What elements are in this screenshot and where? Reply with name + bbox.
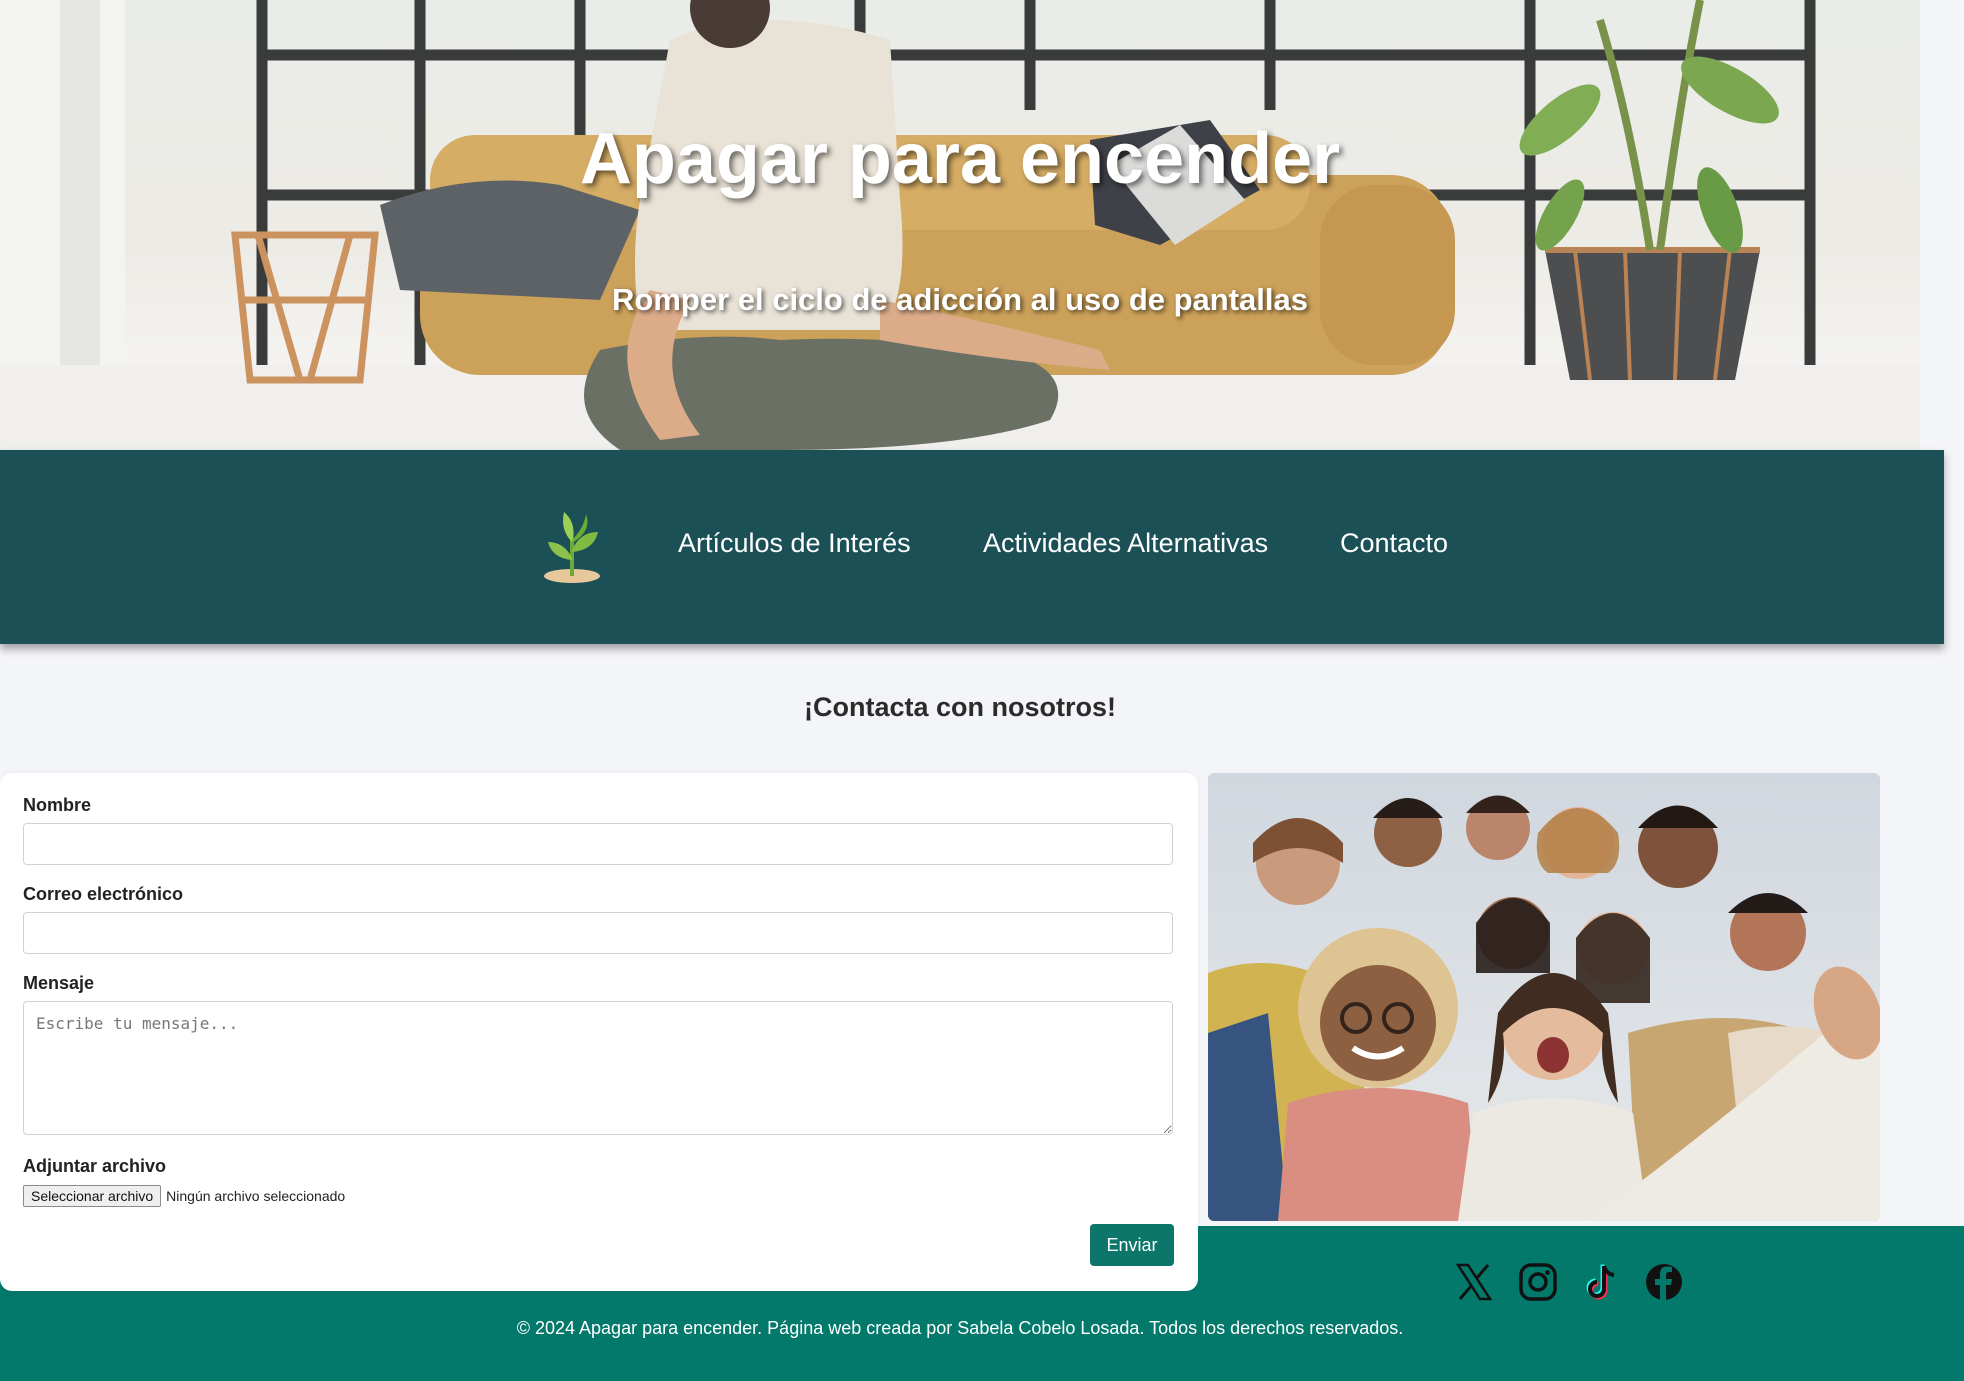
sprout-icon[interactable] [542, 508, 602, 584]
email-input[interactable] [23, 912, 1173, 954]
site-subtitle: Romper el ciclo de adicción al uso de pa… [612, 282, 1308, 317]
select-file-button[interactable]: Seleccionar archivo [23, 1185, 162, 1207]
copyright-text: © 2024 Apagar para encender. Página web … [516, 1318, 1404, 1338]
facebook-icon[interactable] [1644, 1262, 1684, 1302]
site-title: Apagar para encender [579, 119, 1341, 199]
contact-form: Nombre Correo electrónico Mensaje Adjunt… [0, 773, 1198, 1291]
name-input[interactable] [23, 823, 1173, 865]
nav-link-articulos[interactable]: Artículos de Interés [678, 528, 911, 559]
nav-link-actividades[interactable]: Actividades Alternativas [983, 528, 1268, 559]
instagram-icon[interactable] [1518, 1262, 1558, 1302]
name-label: Nombre [23, 795, 92, 815]
contact-heading: ¡Contacta con nosotros! [803, 692, 1116, 722]
tiktok-icon[interactable] [1581, 1262, 1621, 1302]
x-icon[interactable] [1454, 1262, 1494, 1302]
hero-banner: Apagar para encender Romper el ciclo de … [0, 0, 1920, 450]
file-status-text: Ningún archivo seleccionado [166, 1188, 346, 1204]
submit-button[interactable]: Enviar [1090, 1224, 1174, 1266]
file-input: Seleccionar archivo Ningún archivo selec… [23, 1185, 345, 1207]
message-label: Mensaje [23, 973, 95, 993]
nav-link-contacto[interactable]: Contacto [1340, 528, 1448, 559]
hero-background-image [0, 0, 1920, 450]
email-label: Correo electrónico [23, 884, 184, 904]
message-textarea[interactable] [23, 1001, 1173, 1135]
main-navigation: Artículos de Interés Actividades Alterna… [0, 450, 1944, 644]
attach-label: Adjuntar archivo [23, 1156, 167, 1176]
group-selfie-photo [1208, 773, 1880, 1221]
